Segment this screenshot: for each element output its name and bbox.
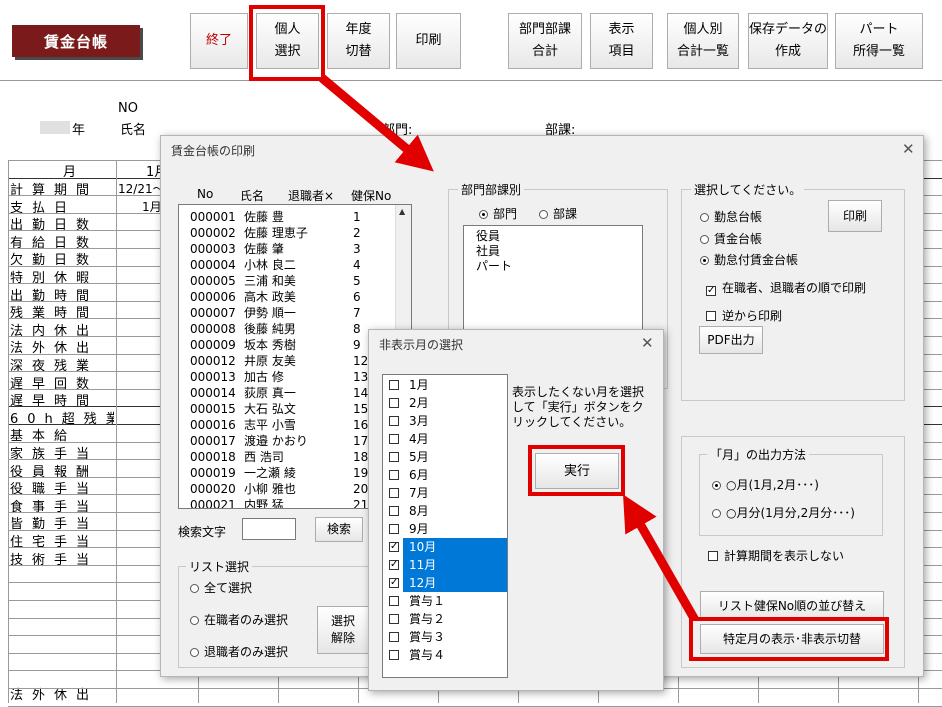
arrow-to-run-button (623, 494, 699, 623)
grid-line (8, 705, 942, 707)
annotation-arrows (319, 74, 699, 623)
arrow-to-print-dialog (319, 74, 434, 172)
